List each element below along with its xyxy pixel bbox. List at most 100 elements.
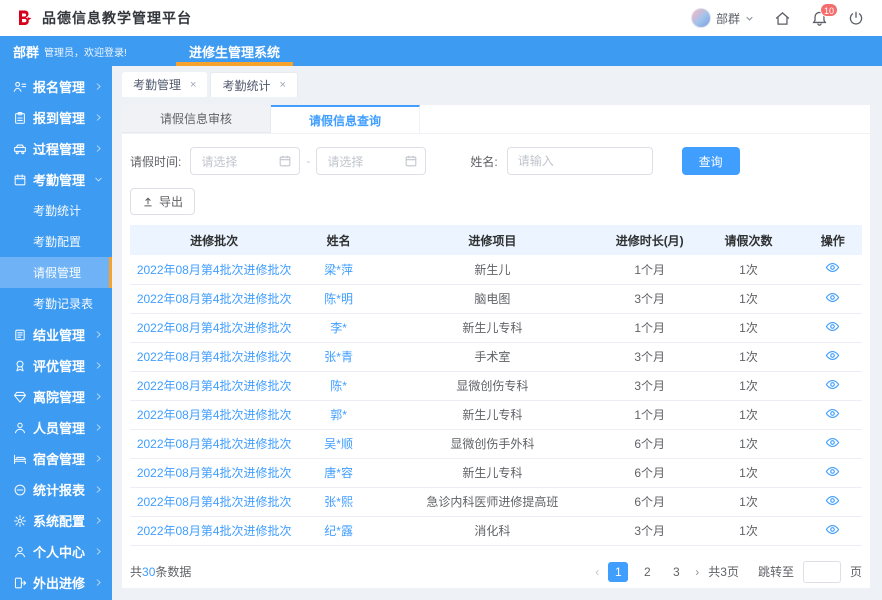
view-eye-icon[interactable] <box>825 435 840 450</box>
batch-link[interactable]: 2022年08月第4批次进修批次 <box>130 429 299 459</box>
batch-link[interactable]: 2022年08月第4批次进修批次 <box>130 458 299 488</box>
view-eye-icon[interactable] <box>825 464 840 479</box>
name-input[interactable] <box>506 147 653 175</box>
page-number[interactable]: 1 <box>608 561 629 582</box>
close-icon[interactable]: × <box>190 79 196 91</box>
sidebar-item[interactable]: 评优管理 <box>0 350 112 381</box>
name-link[interactable]: 吴*顺 <box>298 429 379 459</box>
view-eye-icon[interactable] <box>825 493 840 508</box>
date-start-picker[interactable]: 请选择 <box>190 147 301 175</box>
view-eye-icon[interactable] <box>825 522 840 537</box>
sidebar-item[interactable]: 人员管理 <box>0 412 112 443</box>
name-label: 姓名: <box>470 154 498 169</box>
user-menu[interactable]: 部群 <box>690 8 754 28</box>
project-cell: 手术室 <box>378 342 606 372</box>
batch-link[interactable]: 2022年08月第4批次进修批次 <box>130 313 299 343</box>
batch-link[interactable]: 2022年08月第4批次进修批次 <box>130 255 299 285</box>
sidebar-item[interactable]: 过程管理 <box>0 133 112 164</box>
leave-table: 进修批次 姓名 进修项目 进修时长(月) 请假次数 操作 2022年08月第4批次进修批次… <box>130 225 862 546</box>
power-icon[interactable] <box>848 10 864 26</box>
page-number[interactable]: 3 <box>666 562 686 582</box>
name-link[interactable]: 陈* <box>298 371 379 401</box>
sidebar-item-label: 外出进修 <box>33 576 86 591</box>
table-column-header: 请假次数 <box>693 225 804 255</box>
batch-link[interactable]: 2022年08月第4批次进修批次 <box>130 342 299 372</box>
page-tab[interactable]: 考勤统计 × <box>210 72 298 97</box>
sidebar-subitem[interactable]: 考勤配置 <box>0 226 112 257</box>
sidebar-item[interactable]: 外出进修 <box>0 567 112 598</box>
sidebar-item[interactable]: 结业管理 <box>0 319 112 350</box>
prev-page-arrow[interactable]: ‹ <box>595 565 599 579</box>
name-link[interactable]: 陈*明 <box>298 284 379 314</box>
export-button[interactable]: 导出 <box>130 188 196 215</box>
sidebar-item-label: 评优管理 <box>33 359 86 374</box>
name-link[interactable]: 梁*萍 <box>298 255 379 285</box>
name-link[interactable]: 唐*容 <box>298 458 379 488</box>
chevron-down-icon <box>94 175 103 184</box>
chevron-right-icon <box>94 392 103 401</box>
view-eye-icon[interactable] <box>825 319 840 334</box>
project-cell: 新生儿 <box>378 255 606 285</box>
batch-link[interactable]: 2022年08月第4批次进修批次 <box>130 487 299 517</box>
home-icon[interactable] <box>774 10 791 27</box>
sidebar-item[interactable]: 统计报表 <box>0 474 112 505</box>
batch-link[interactable]: 2022年08月第4批次进修批次 <box>130 371 299 401</box>
total-count: 30 <box>142 564 156 579</box>
user-name: 部群 <box>715 11 740 26</box>
name-link[interactable]: 郭* <box>298 400 379 430</box>
sidebar-item[interactable]: 报到管理 <box>0 102 112 133</box>
sidebar-item[interactable]: 个人中心 <box>0 536 112 567</box>
export-row: 导出 <box>122 175 870 215</box>
sidebar-subitem[interactable]: 请假管理 <box>0 257 112 288</box>
user-avatar <box>690 8 711 28</box>
page-tabstrip: 考勤管理 × 考勤统计 × <box>122 72 870 97</box>
search-button[interactable]: 查询 <box>681 147 740 175</box>
name-link[interactable]: 张*青 <box>298 342 379 372</box>
project-cell: 新生儿专科 <box>378 400 606 430</box>
view-eye-icon[interactable] <box>825 290 840 305</box>
view-eye-icon[interactable] <box>825 348 840 363</box>
project-cell: 脑电图 <box>378 284 606 314</box>
view-eye-icon[interactable] <box>825 260 840 275</box>
filter-bar: 请假时间: 请选择 - 请选择 姓名: 请输入 查询 <box>122 134 870 175</box>
batch-link[interactable]: 2022年08月第4批次进修批次 <box>130 400 299 430</box>
sub-tab[interactable]: 请假信息审核 <box>122 105 271 133</box>
duration-cell: 1个月 <box>605 255 694 285</box>
table-row: 2022年08月第4批次进修批次 吴*顺 显微创伤手外科 6个月 1次 <box>130 429 862 459</box>
top-header: 品德信息教学管理平台 部群 10 <box>0 0 882 36</box>
close-icon[interactable]: × <box>279 79 285 91</box>
next-page-arrow[interactable]: › <box>695 565 699 579</box>
sidebar-subitem[interactable]: 考勤记录表 <box>0 288 112 319</box>
duration-cell: 1个月 <box>605 400 694 430</box>
sidebar-item[interactable]: 离院管理 <box>0 381 112 412</box>
sub-tab[interactable]: 请假信息查询 <box>271 105 420 133</box>
jump-page-input[interactable] <box>802 560 841 583</box>
date-start-placeholder: 请选择 <box>201 154 238 169</box>
chevron-right-icon <box>94 547 103 556</box>
page-numbers: 123 <box>608 561 686 582</box>
batch-link[interactable]: 2022年08月第4批次进修批次 <box>130 284 299 314</box>
action-cell <box>803 516 862 546</box>
name-link[interactable]: 纪*露 <box>298 516 379 546</box>
sidebar-subitem[interactable]: 考勤统计 <box>0 195 112 226</box>
sidebar-item[interactable]: 考勤管理 <box>0 164 112 195</box>
name-link[interactable]: 张*熙 <box>298 487 379 517</box>
system-tab[interactable]: 进修生管理系统 <box>176 36 294 66</box>
action-cell <box>803 400 862 430</box>
app-window: 品德信息教学管理平台 部群 10 部群 管理员，欢迎登录! 进修生管理系统 报名… <box>0 0 882 600</box>
sidebar-item[interactable]: 系统配置 <box>0 505 112 536</box>
batch-link[interactable]: 2022年08月第4批次进修批次 <box>130 516 299 546</box>
calendar-icon <box>404 154 418 168</box>
page-tab[interactable]: 考勤管理 × <box>122 72 208 97</box>
name-link[interactable]: 李* <box>298 313 379 343</box>
sub-tabs: 请假信息审核 请假信息查询 <box>122 105 870 134</box>
sidebar-item[interactable]: 报名管理 <box>0 71 112 102</box>
page-number[interactable]: 2 <box>637 562 657 582</box>
bell-icon[interactable]: 10 <box>811 2 838 27</box>
leave-count-cell: 1次 <box>693 313 804 343</box>
sidebar-item[interactable]: 宿舍管理 <box>0 443 112 474</box>
view-eye-icon[interactable] <box>825 406 840 421</box>
sidebar-item-label: 过程管理 <box>33 142 86 157</box>
date-end-picker[interactable]: 请选择 <box>316 147 427 175</box>
view-eye-icon[interactable] <box>825 377 840 392</box>
